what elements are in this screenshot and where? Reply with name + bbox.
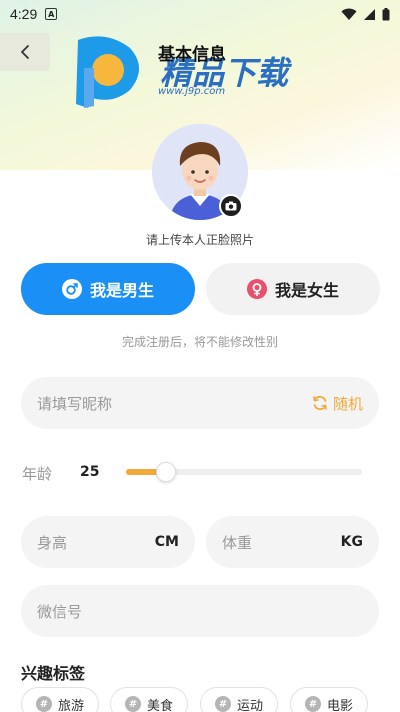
male-button[interactable]: 我是男生: [21, 263, 195, 315]
height-input[interactable]: 身高 CM: [21, 516, 195, 568]
female-button[interactable]: 我是女生: [206, 263, 380, 315]
male-icon: [61, 279, 82, 299]
random-nickname-button[interactable]: 随机: [311, 393, 363, 414]
page-title: 基本信息: [158, 45, 226, 65]
notification-icon: A: [45, 8, 58, 20]
interest-tag-label: 旅游: [58, 698, 85, 712]
chevron-left-icon: [21, 45, 29, 59]
weight-unit: KG: [340, 534, 363, 550]
interests-title: 兴趣标签: [21, 664, 86, 683]
hash-icon: #: [305, 696, 321, 712]
age-slider-thumb[interactable]: [156, 462, 177, 482]
female-label: 我是女生: [274, 281, 339, 300]
nickname-input[interactable]: 请填写昵称 随机: [21, 377, 379, 429]
wifi-icon: [341, 8, 357, 20]
interest-tag-label: 运动: [237, 698, 264, 712]
status-bar: 4:29 A: [0, 0, 400, 28]
age-value: 25: [80, 464, 100, 480]
interest-tag-label: 电影: [327, 698, 354, 712]
age-label: 年龄: [22, 465, 53, 483]
hash-icon: #: [125, 696, 141, 712]
weight-input[interactable]: 体重 KG: [206, 516, 379, 568]
height-placeholder: 身高: [37, 533, 68, 552]
status-icons: [341, 7, 390, 21]
wechat-input[interactable]: 微信号: [21, 585, 379, 637]
interest-tag[interactable]: # 旅游: [21, 687, 100, 712]
random-label: 随机: [332, 394, 363, 413]
interest-tag-label: 美食: [147, 698, 174, 712]
watermark-url: www.j9p.com: [158, 86, 225, 97]
male-label: 我是男生: [89, 281, 154, 300]
battery-icon: [382, 7, 390, 20]
wechat-placeholder: 微信号: [37, 602, 83, 621]
interest-tag[interactable]: # 电影: [290, 687, 369, 712]
nickname-placeholder: 请填写昵称: [37, 394, 113, 413]
weight-placeholder: 体重: [222, 533, 253, 552]
back-button[interactable]: [0, 33, 50, 71]
interest-tag[interactable]: # 运动: [200, 687, 279, 712]
camera-icon[interactable]: [219, 194, 243, 218]
gender-note: 完成注册后，将不能修改性别: [121, 335, 278, 349]
refresh-icon: [313, 395, 327, 411]
hash-icon: #: [215, 696, 231, 712]
hash-icon: #: [36, 696, 52, 712]
signal-icon: [364, 8, 375, 20]
height-unit: CM: [154, 534, 179, 550]
avatar-hint: 请上传本人正脸照片: [145, 233, 254, 247]
status-time: 4:29: [10, 6, 38, 22]
interest-tag[interactable]: # 美食: [110, 687, 189, 712]
female-icon: [246, 279, 267, 299]
